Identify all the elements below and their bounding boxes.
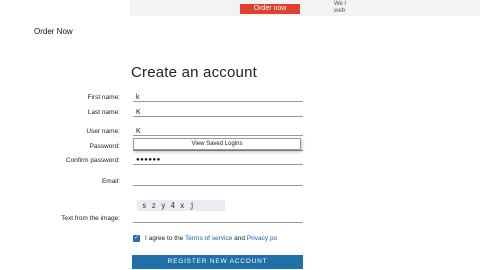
first-name-field[interactable]: k <box>133 93 303 102</box>
confirm-password-field[interactable]: ●●●●●● <box>133 156 303 165</box>
first-name-label: First name: <box>87 94 120 101</box>
last-name-label: Last name: <box>87 109 120 116</box>
check-icon: ✓ <box>133 235 140 241</box>
captcha-image: szy4xj <box>137 200 225 211</box>
last-name-field[interactable]: K <box>133 108 303 117</box>
privacy-policy-link[interactable]: Privacy po <box>247 235 277 242</box>
banner-side-line-1: We l <box>334 1 346 7</box>
order-now-link[interactable]: Order Now <box>34 27 73 36</box>
email-label: Email: <box>101 178 120 185</box>
banner-side-line-2: web <box>334 8 346 14</box>
view-saved-logins-option[interactable]: View Saved Logins <box>134 139 300 149</box>
agree-text: I agree to the Terms of service and Priv… <box>145 234 315 243</box>
password-label: Password: <box>89 143 120 150</box>
user-name-field[interactable]: K <box>133 127 303 136</box>
captcha-field[interactable] <box>133 214 303 223</box>
captcha-label: Text from the image: <box>61 215 120 222</box>
order-now-button[interactable]: Order now <box>240 4 300 14</box>
agree-and: and <box>232 235 247 242</box>
saved-logins-dropdown: View Saved Logins <box>133 138 301 150</box>
confirm-password-label: Confirm password: <box>65 157 120 164</box>
banner-side-text: We l web <box>334 1 354 15</box>
page-title: Create an account <box>131 64 257 81</box>
agree-prefix: I agree to the <box>145 235 185 242</box>
top-banner: Order now We l web <box>130 0 480 16</box>
agree-checkbox[interactable]: ✓ <box>133 235 140 242</box>
register-button[interactable]: REGISTER NEW ACCOUNT <box>132 255 303 269</box>
email-field[interactable] <box>133 177 303 186</box>
terms-of-service-link[interactable]: Terms of service <box>185 235 232 242</box>
user-name-label: User name: <box>86 128 120 135</box>
